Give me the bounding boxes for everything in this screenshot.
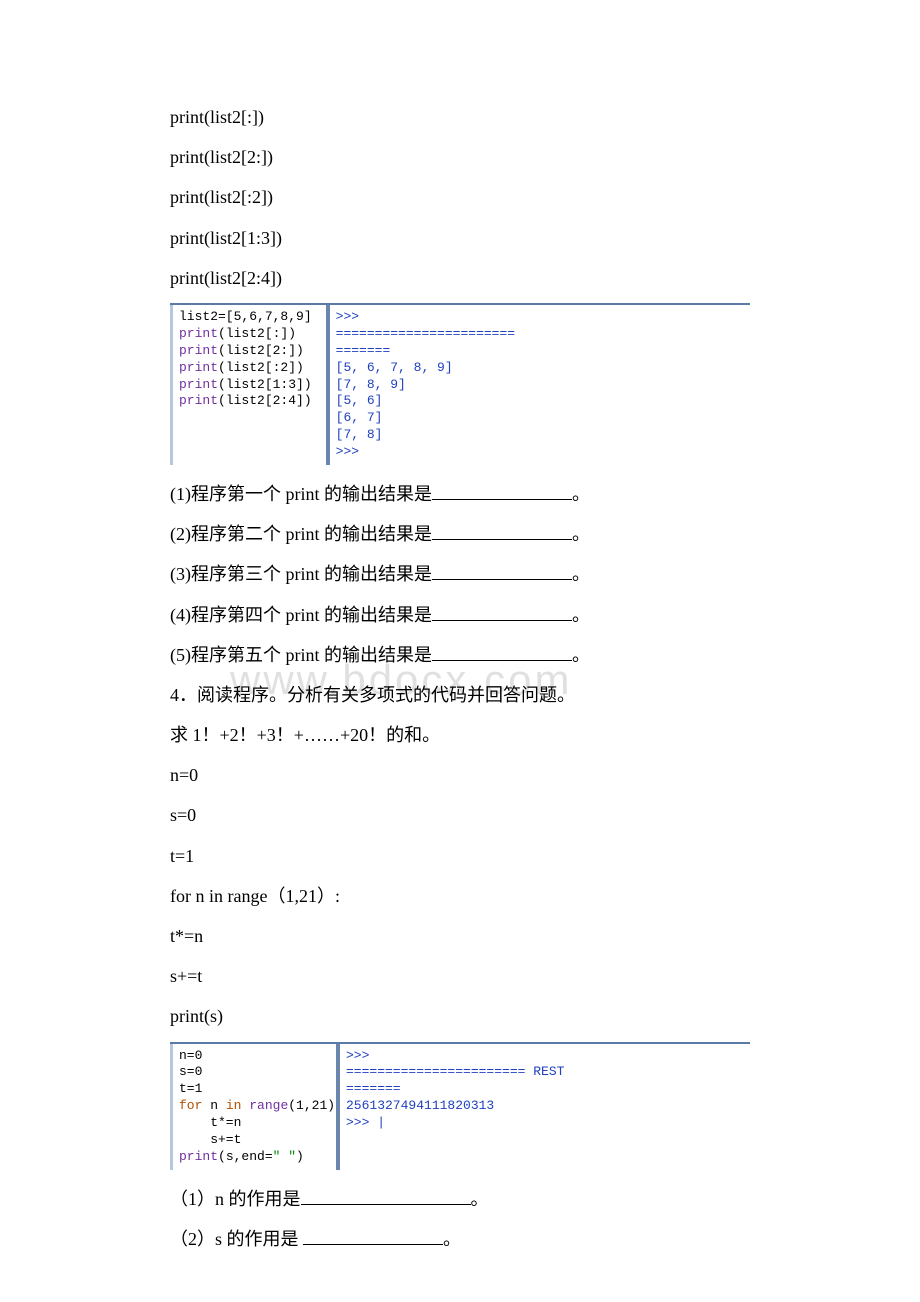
- q5-text: (5)程序第五个 print 的输出结果是: [170, 645, 432, 665]
- code2-line-7: print(s): [170, 999, 750, 1033]
- code2-line-1: n=0: [170, 758, 750, 792]
- q6-text: （1）n 的作用是: [170, 1189, 301, 1209]
- code-box-2: n=0 s=0 t=1 for n in range(1,21): t*=n s…: [170, 1042, 750, 1170]
- code-output-1: >>> ======================= ======= [5, …: [326, 305, 546, 465]
- blank-2[interactable]: [432, 539, 572, 540]
- code2-line-2: s=0: [170, 798, 750, 832]
- period-3: 。: [572, 564, 590, 584]
- period-2: 。: [572, 524, 590, 544]
- blank-1[interactable]: [432, 499, 572, 500]
- question-1: (1)程序第一个 print 的输出结果是 。: [170, 477, 750, 511]
- code2-line-5: t*=n: [170, 919, 750, 953]
- blank-5[interactable]: [432, 660, 572, 661]
- period-7: 。: [443, 1229, 461, 1249]
- code2-line-3: t=1: [170, 839, 750, 873]
- code-line-1: print(list2[:]): [170, 100, 750, 134]
- code-line-2: print(list2[2:]): [170, 140, 750, 174]
- code-line-5: print(list2[2:4]): [170, 261, 750, 295]
- code-source-1: list2=[5,6,7,8,9] print(list2[:]) print(…: [170, 305, 320, 465]
- code-line-3: print(list2[:2]): [170, 180, 750, 214]
- period-6: 。: [471, 1189, 489, 1209]
- q4-text: (4)程序第四个 print 的输出结果是: [170, 605, 432, 625]
- question-6: （1）n 的作用是 。: [170, 1182, 750, 1216]
- q2-text: (2)程序第二个 print 的输出结果是: [170, 524, 432, 544]
- code-source-2: n=0 s=0 t=1 for n in range(1,21): t*=n s…: [170, 1044, 330, 1170]
- question-5: (5)程序第五个 print 的输出结果是 。: [170, 638, 750, 672]
- period-1: 。: [572, 484, 590, 504]
- code-box-1: list2=[5,6,7,8,9] print(list2[:]) print(…: [170, 303, 750, 465]
- code2-line-6: s+=t: [170, 959, 750, 993]
- question-3: (3)程序第三个 print 的输出结果是 。: [170, 557, 750, 591]
- question-7: （2）s 的作用是 。: [170, 1222, 750, 1256]
- blank-4[interactable]: [432, 620, 572, 621]
- code2-line-4: for n in range（1,21）:: [170, 879, 750, 913]
- blank-3[interactable]: [432, 579, 572, 580]
- code-output-2: >>> ======================= REST =======…: [336, 1044, 556, 1170]
- period-5: 。: [572, 645, 590, 665]
- section-4-title: 4．阅读程序。分析有关多项式的代码并回答问题。: [170, 678, 750, 712]
- code-line-4: print(list2[1:3]): [170, 221, 750, 255]
- section-4-desc: 求 1！+2！+3！+……+20！的和。: [170, 718, 750, 752]
- question-4: (4)程序第四个 print 的输出结果是 。: [170, 598, 750, 632]
- q7-text: （2）s 的作用是: [170, 1229, 303, 1249]
- blank-7[interactable]: [303, 1244, 443, 1245]
- blank-6[interactable]: [301, 1204, 471, 1205]
- period-4: 。: [572, 605, 590, 625]
- question-2: (2)程序第二个 print 的输出结果是 。: [170, 517, 750, 551]
- q1-text: (1)程序第一个 print 的输出结果是: [170, 484, 432, 504]
- q3-text: (3)程序第三个 print 的输出结果是: [170, 564, 432, 584]
